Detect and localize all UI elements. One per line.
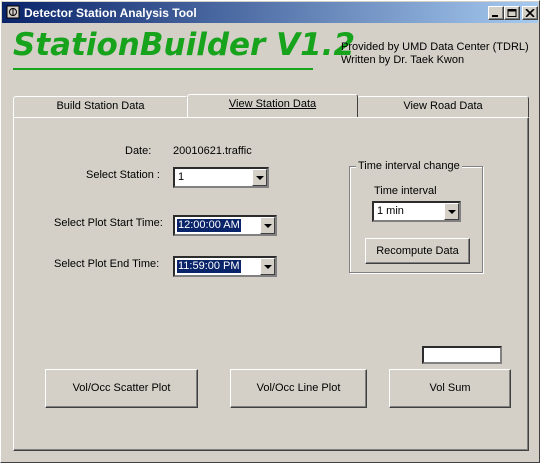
credit-provider: Provided by UMD Data Center (TDRL) [341, 41, 529, 53]
tab-label: View Station Data [228, 98, 317, 110]
time-interval-label: Time interval [374, 185, 437, 197]
tab-label: Build Station Data [56, 100, 145, 112]
minimize-icon [492, 15, 498, 17]
end-time-select[interactable]: 11:59:00 PM [173, 256, 277, 277]
start-time-value: 12:00:00 AM [177, 219, 241, 232]
vol-occ-line-plot-button[interactable]: Vol/Occ Line Plot [230, 369, 367, 408]
close-icon [525, 9, 535, 17]
credit-author: Written by Dr. Taek Kwon [341, 54, 465, 66]
dropdown-button[interactable] [260, 217, 275, 234]
start-time-label: Select Plot Start Time: [54, 217, 163, 229]
tab-label: View Road Data [403, 100, 483, 112]
maximize-button[interactable] [504, 6, 520, 20]
vol-occ-scatter-plot-button[interactable]: Vol/Occ Scatter Plot [45, 369, 198, 408]
app-window: Detector Station Analysis Tool StationBu… [0, 0, 540, 463]
start-time-select[interactable]: 12:00:00 AM [173, 215, 277, 236]
date-label: Date: [125, 145, 152, 157]
minimize-button[interactable] [488, 6, 504, 20]
chevron-down-icon [448, 210, 456, 214]
recompute-data-button[interactable]: Recompute Data [365, 238, 470, 264]
end-time-value: 11:59:00 PM [177, 260, 241, 273]
tab-build-station-data[interactable]: Build Station Data [13, 96, 188, 117]
chevron-down-icon [256, 176, 264, 180]
dropdown-button[interactable] [260, 258, 275, 275]
close-button[interactable] [522, 6, 538, 20]
dropdown-button[interactable] [444, 203, 459, 220]
tab-view-road-data[interactable]: View Road Data [357, 96, 529, 117]
time-interval-value: 1 min [377, 205, 404, 217]
vol-sum-output[interactable] [422, 346, 502, 364]
title-bar[interactable]: Detector Station Analysis Tool [2, 2, 538, 23]
maximize-icon [507, 9, 517, 17]
tab-view-station-data[interactable]: View Station Data [187, 94, 358, 117]
tab-panel: Date: 20010621.traffic Select Station : … [13, 117, 529, 451]
date-value: 20010621.traffic [173, 145, 252, 157]
dropdown-button[interactable] [252, 169, 267, 186]
station-select-value: 1 [178, 171, 185, 183]
station-label: Select Station : [86, 169, 160, 181]
end-time-label: Select Plot End Time: [54, 258, 160, 270]
app-logo: StationBuilder V1.2 [13, 27, 356, 63]
station-select[interactable]: 1 [173, 167, 269, 188]
window-title: Detector Station Analysis Tool [24, 6, 197, 20]
time-interval-group-title: Time interval change [356, 160, 462, 172]
logo-underline [13, 68, 313, 70]
app-icon [6, 5, 20, 19]
chevron-down-icon [264, 265, 272, 269]
chevron-down-icon [264, 224, 272, 228]
vol-sum-button[interactable]: Vol Sum [389, 369, 511, 408]
time-interval-select[interactable]: 1 min [372, 201, 461, 222]
